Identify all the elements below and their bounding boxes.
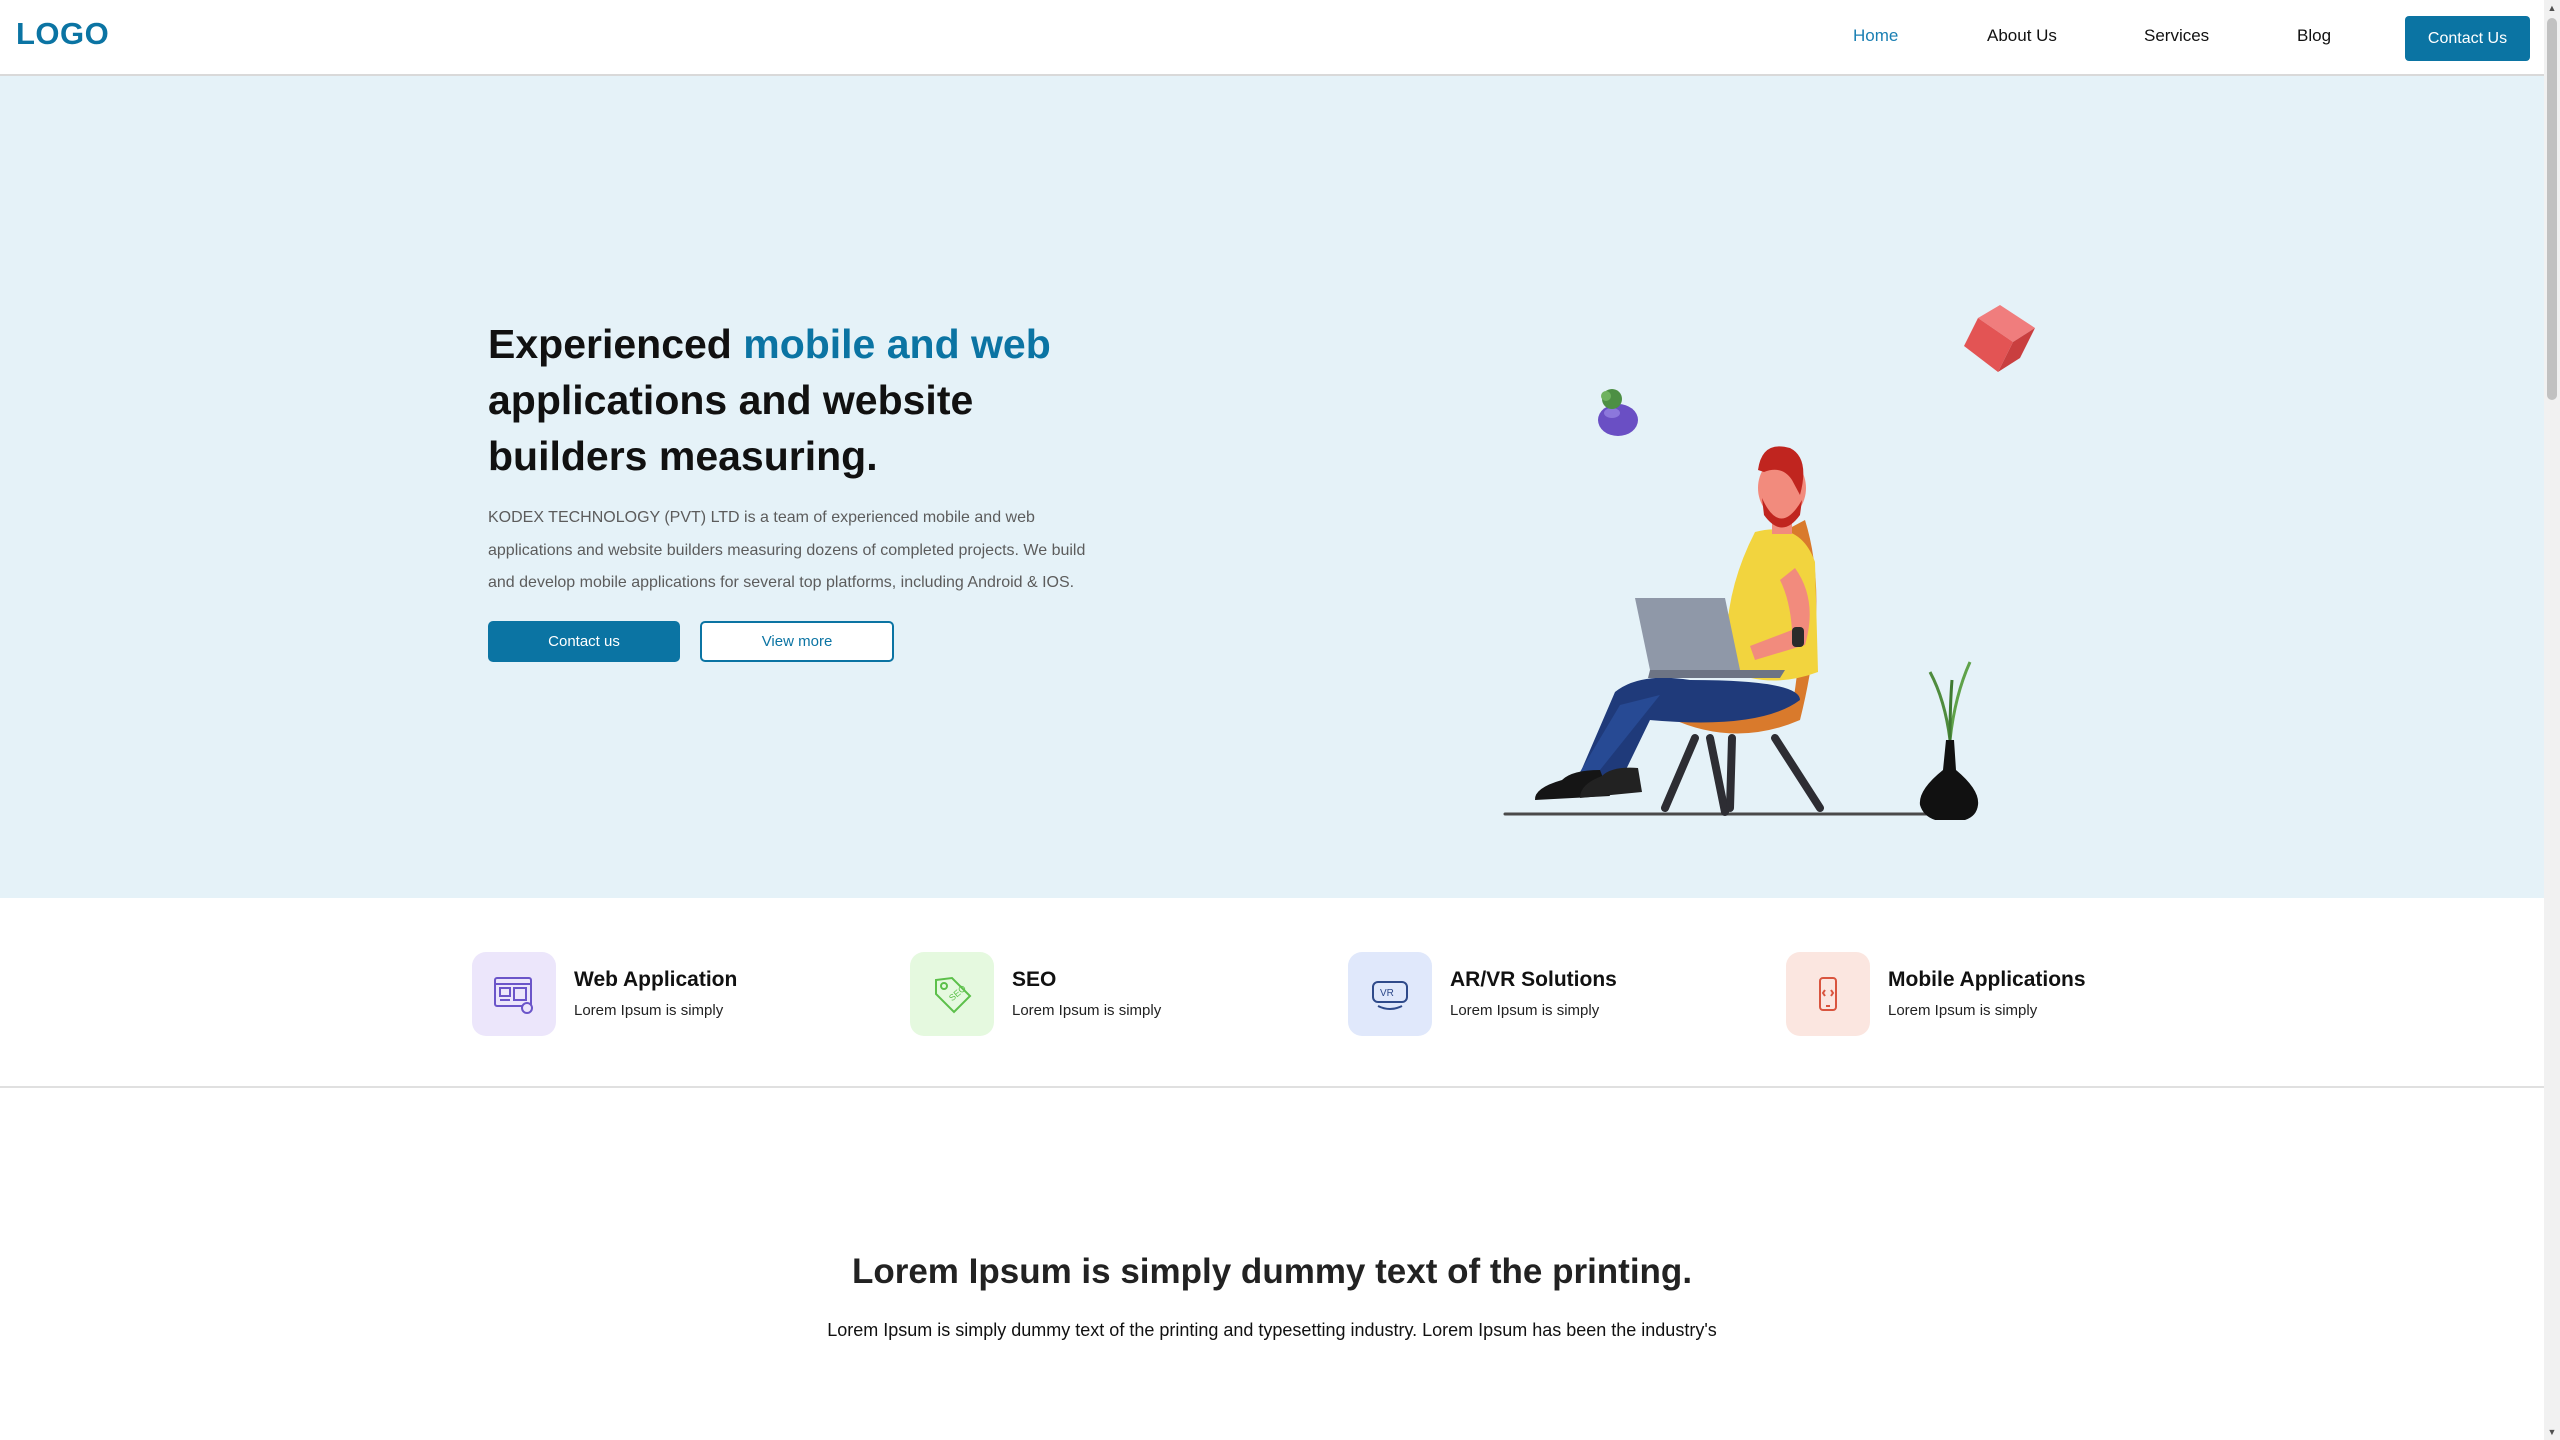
floating-pot-shape bbox=[1598, 389, 1638, 436]
service-title: AR/VR Solutions bbox=[1450, 968, 1617, 991]
nav-blog[interactable]: Blog bbox=[2297, 26, 2331, 46]
hero-view-more-button[interactable]: View more bbox=[700, 621, 894, 662]
chair-legs bbox=[1661, 734, 1824, 816]
hero-title: Experienced mobile and web applications … bbox=[488, 316, 1128, 484]
service-subtitle: Lorem Ipsum is simply bbox=[1012, 1002, 1162, 1019]
hero-title-post: applications and website builders measur… bbox=[488, 377, 974, 479]
page-scrollbar[interactable]: ▲ ▼ bbox=[2544, 0, 2560, 1440]
svg-text:VR: VR bbox=[1380, 988, 1394, 999]
red-cube-shape bbox=[1964, 305, 2035, 372]
mobile-code-icon bbox=[1786, 952, 1870, 1036]
service-subtitle: Lorem Ipsum is simply bbox=[1450, 1002, 1600, 1019]
nav-services[interactable]: Services bbox=[2144, 26, 2209, 46]
nav-home[interactable]: Home bbox=[1853, 26, 1898, 46]
hero-title-accent: mobile and web bbox=[743, 321, 1051, 367]
site-logo[interactable]: LOGO bbox=[16, 16, 109, 52]
service-title: Web Application bbox=[574, 968, 738, 991]
hero-contact-button[interactable]: Contact us bbox=[488, 621, 680, 662]
header-contact-button[interactable]: Contact Us bbox=[2405, 16, 2530, 61]
section-title: Lorem Ipsum is simply dummy text of the … bbox=[851, 1252, 1693, 1291]
service-web-application[interactable]: Web Application Lorem Ipsum is simply bbox=[472, 952, 872, 1036]
service-subtitle: Lorem Ipsum is simply bbox=[1888, 1002, 2038, 1019]
vr-headset-icon: VR bbox=[1348, 952, 1432, 1036]
nav-about-us[interactable]: About Us bbox=[1987, 26, 2057, 46]
service-title: SEO bbox=[1012, 968, 1057, 991]
web-app-icon bbox=[472, 952, 556, 1036]
vase-shape bbox=[1919, 661, 1979, 820]
seo-tag-icon: SEO bbox=[910, 952, 994, 1036]
service-ar-vr[interactable]: VR AR/VR Solutions Lorem Ipsum is simply bbox=[1348, 952, 1748, 1036]
service-mobile-applications[interactable]: Mobile Applications Lorem Ipsum is simpl… bbox=[1786, 952, 2186, 1036]
hero-description: KODEX TECHNOLOGY (PVT) LTD is a team of … bbox=[488, 509, 1086, 591]
hero-section: Experienced mobile and web applications … bbox=[0, 76, 2544, 898]
page: LOGO Home About Us Services Blog Contact… bbox=[0, 0, 2560, 1440]
services-strip: Web Application Lorem Ipsum is simply SE… bbox=[0, 898, 2544, 1088]
scroll-up-icon[interactable]: ▲ bbox=[2544, 0, 2560, 16]
hero-illustration bbox=[1503, 305, 2035, 820]
service-seo[interactable]: SEO SEO Lorem Ipsum is simply bbox=[910, 952, 1310, 1036]
service-title: Mobile Applications bbox=[1888, 968, 2086, 991]
site-header: LOGO Home About Us Services Blog Contact… bbox=[0, 0, 2544, 76]
scroll-down-icon[interactable]: ▼ bbox=[2544, 1424, 2560, 1440]
service-subtitle: Lorem Ipsum is simply bbox=[574, 1002, 724, 1019]
section-text: Lorem Ipsum is simply dummy text of the … bbox=[827, 1320, 1717, 1340]
hero-title-pre: Experienced bbox=[488, 321, 744, 367]
scroll-thumb[interactable] bbox=[2547, 18, 2557, 400]
